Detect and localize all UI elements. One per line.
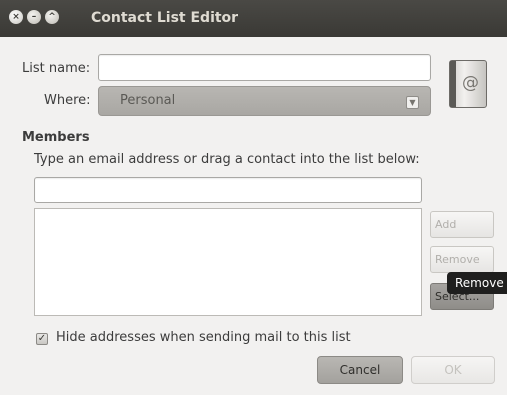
maximize-icon: ^ bbox=[48, 11, 56, 22]
maximize-window-button[interactable]: ^ bbox=[45, 10, 59, 24]
where-combo-box[interactable]: Personal ▼ bbox=[98, 86, 431, 116]
close-icon: × bbox=[12, 11, 20, 22]
dropdown-arrow-icon: ▼ bbox=[406, 96, 419, 109]
hide-addresses-label: Hide addresses when sending mail to this… bbox=[56, 330, 351, 345]
where-selected-value: Personal bbox=[120, 93, 176, 108]
cancel-button-label: Cancel bbox=[339, 363, 381, 377]
minimize-window-button[interactable]: – bbox=[27, 10, 41, 24]
address-book-icon: @ bbox=[449, 60, 487, 108]
title-bar: × – ^ Contact List Editor bbox=[0, 0, 507, 37]
ok-button[interactable]: OK bbox=[411, 356, 495, 384]
at-sign-glyph: @ bbox=[462, 73, 479, 93]
members-heading: Members bbox=[22, 130, 90, 145]
contact-list-editor-window: × – ^ Contact List Editor List name: Whe… bbox=[0, 0, 507, 395]
cancel-button[interactable]: Cancel bbox=[317, 356, 403, 384]
add-button[interactable]: Add bbox=[430, 211, 494, 238]
remove-button-label: Remove bbox=[435, 253, 480, 266]
minimize-icon: – bbox=[31, 11, 37, 22]
close-window-button[interactable]: × bbox=[9, 10, 23, 24]
members-list[interactable] bbox=[34, 208, 422, 316]
remove-button[interactable]: Remove bbox=[430, 246, 494, 273]
member-email-input[interactable] bbox=[34, 177, 422, 203]
members-instruction: Type an email address or drag a contact … bbox=[34, 152, 420, 167]
tooltip-text: Remove bbox=[455, 276, 504, 290]
add-button-label: Add bbox=[435, 218, 457, 231]
remove-tooltip: Remove bbox=[447, 272, 507, 294]
checkmark-icon: ✓ bbox=[37, 333, 47, 344]
window-title: Contact List Editor bbox=[91, 10, 239, 26]
list-name-input[interactable] bbox=[98, 54, 431, 81]
where-label: Where: bbox=[44, 93, 91, 108]
hide-addresses-checkbox[interactable]: ✓ bbox=[36, 333, 48, 345]
list-name-label: List name: bbox=[22, 61, 91, 76]
ok-button-label: OK bbox=[444, 363, 462, 377]
